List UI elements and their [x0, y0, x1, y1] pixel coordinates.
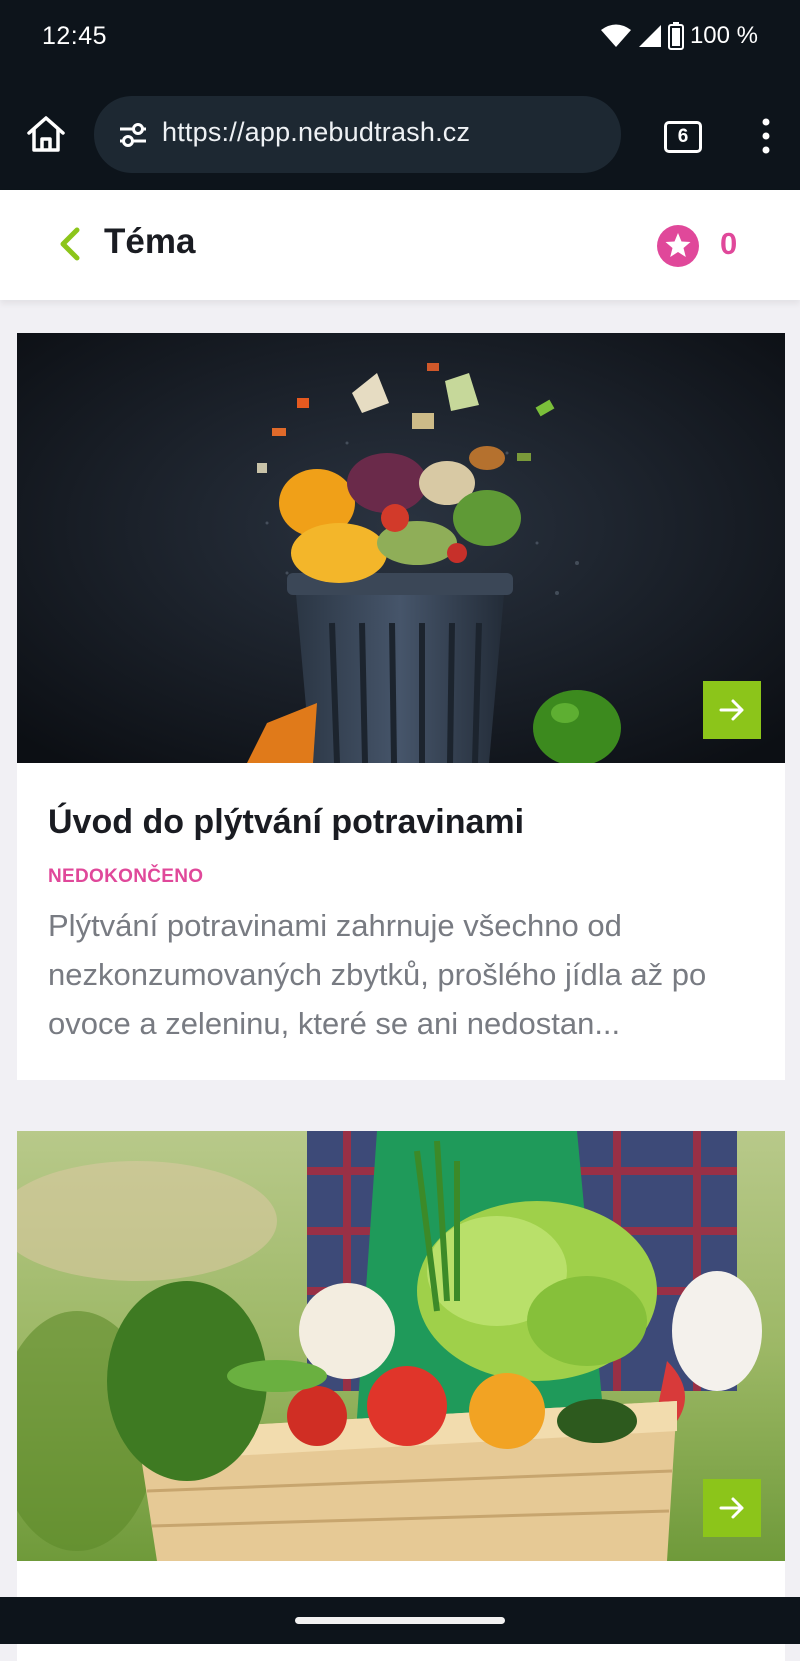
star-icon [657, 225, 699, 267]
battery-icon [667, 22, 684, 50]
status-time: 12:45 [42, 22, 108, 50]
app-header: Téma 0 [0, 190, 800, 300]
open-arrow-button[interactable] [703, 1479, 761, 1537]
topic-card[interactable]: Úvod do plýtvání potravinami NEDOKONČENO… [17, 333, 785, 1080]
card-image [17, 333, 785, 763]
card-description: Plýtvání potravinami zahrnuje všechno od… [48, 908, 707, 1041]
status-badge: NEDOKONČENO [48, 866, 204, 887]
browser-toolbar: https://app.nebudtrash.cz 6 [0, 76, 800, 190]
page-title: Téma [104, 222, 196, 261]
battery-level: 100 % [689, 22, 758, 49]
open-arrow-button[interactable] [703, 681, 761, 739]
system-nav-bar [0, 1597, 800, 1644]
tabs-icon[interactable]: 6 [664, 121, 702, 153]
address-bar[interactable]: https://app.nebudtrash.cz [94, 96, 621, 173]
url-text[interactable]: https://app.nebudtrash.cz [162, 117, 470, 148]
arrow-right-icon [719, 1497, 744, 1519]
food-waste-illustration [17, 333, 785, 763]
points-count: 0 [720, 226, 738, 261]
more-menu-icon[interactable] [756, 116, 776, 156]
wifi-icon [600, 24, 631, 47]
gesture-handle[interactable] [295, 1617, 505, 1624]
site-settings-icon[interactable] [118, 121, 148, 149]
home-icon[interactable] [24, 112, 68, 156]
signal-icon [638, 25, 661, 47]
card-title[interactable]: Úvod do plýtvání potravinami [48, 803, 524, 842]
arrow-right-icon [719, 699, 744, 721]
status-icons: 100 % [600, 22, 758, 50]
topic-card[interactable] [17, 1131, 785, 1661]
status-bar: 12:45 100 % [0, 0, 800, 76]
card-image [17, 1131, 785, 1561]
back-chevron-icon[interactable] [56, 226, 84, 262]
vegetable-crate-illustration [17, 1131, 785, 1561]
